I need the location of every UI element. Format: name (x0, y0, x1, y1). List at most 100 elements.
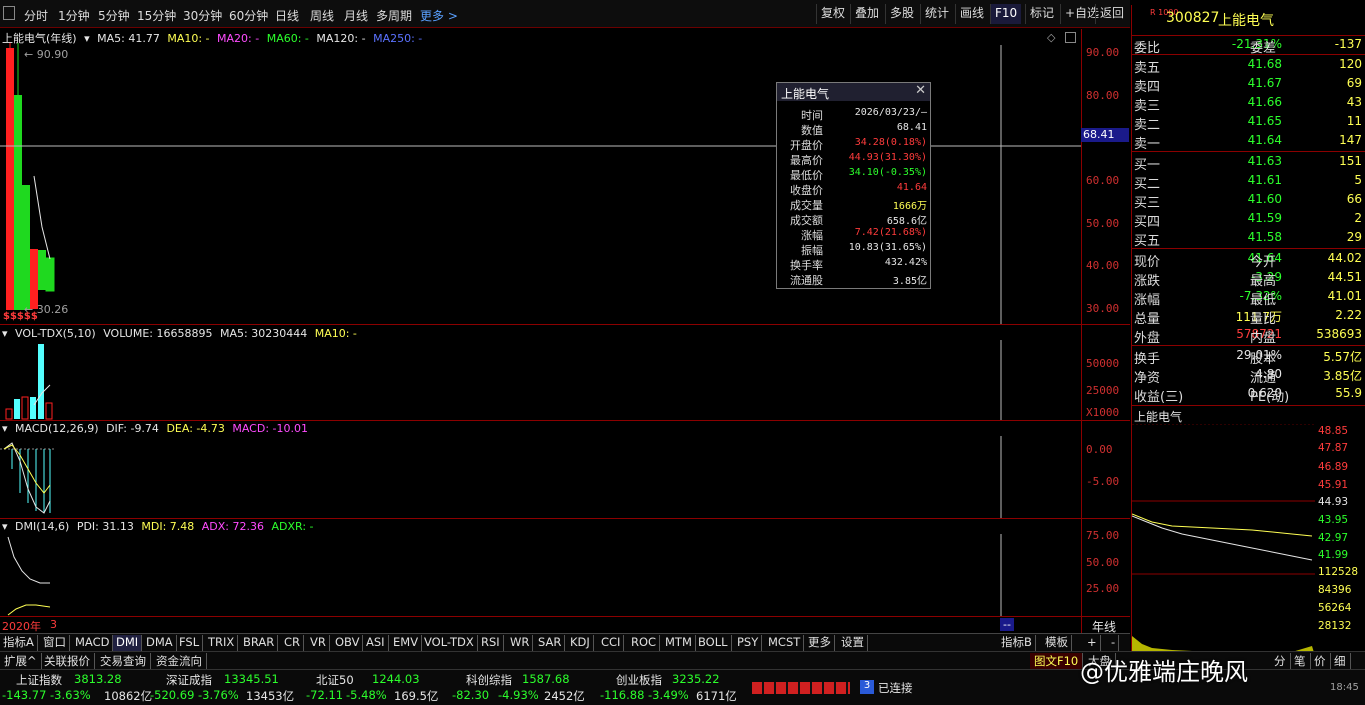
buy-level[interactable]: 买三 41.60 66 (1132, 191, 1365, 211)
period-30min[interactable]: 30分钟 (183, 7, 222, 24)
buy-level[interactable]: 买一 41.63 151 (1132, 153, 1365, 173)
tab-cr[interactable]: CR (281, 635, 305, 651)
tab-trix[interactable]: TRIX (205, 635, 239, 651)
tool-stats[interactable]: 统计 (920, 4, 953, 24)
fund-row: 收益(三) 0.620 PE(动) 55.9 (1134, 386, 1362, 405)
volume-bar (5, 408, 13, 420)
buy-level[interactable]: 买二 41.61 5 (1132, 172, 1365, 192)
stock-name[interactable]: 上能电气 (1218, 10, 1274, 30)
mini-intraday-chart[interactable]: 上能电气 48.85 47.87 46.89 45.91 44.93 43.95… (1132, 405, 1365, 656)
period-month[interactable]: 月线 (344, 7, 368, 24)
tab-asi[interactable]: ASI (363, 635, 389, 651)
period-multi[interactable]: 多周期 (376, 7, 412, 24)
tool-adjust[interactable]: 复权 (816, 4, 849, 24)
tool-overlay[interactable]: 叠加 (850, 4, 883, 24)
tab-wr[interactable]: WR (507, 635, 534, 651)
index-shanghai[interactable]: 上证指数 3813.28 -143.77 -3.63% 10862亿 (0, 670, 170, 705)
period-week[interactable]: 周线 (310, 7, 334, 24)
tab-macd[interactable]: MACD (72, 635, 114, 651)
volume-chart[interactable] (0, 325, 1081, 420)
period-60min[interactable]: 60分钟 (229, 7, 268, 24)
index-chinext[interactable]: 创业板指 3235.22 -116.88 -3.49% 6171亿 (596, 670, 746, 705)
sell-level[interactable]: 卖二 41.65 11 (1132, 113, 1365, 133)
tab-f10-graphic[interactable]: 图文F10 (1030, 653, 1084, 669)
tool-f10[interactable]: F10 (990, 4, 1022, 24)
tab-roc[interactable]: ROC (628, 635, 661, 651)
volume-bar (30, 397, 36, 419)
tab-vr[interactable]: VR (307, 635, 330, 651)
tab-settings[interactable]: 设置 (838, 635, 868, 651)
tab-window[interactable]: 窗口 (40, 635, 70, 651)
tab-vol-tdx[interactable]: VOL-TDX (421, 635, 478, 651)
tab-template[interactable]: 模板 (1042, 635, 1072, 651)
sell-level[interactable]: 卖三 41.66 43 (1132, 94, 1365, 114)
tab-psy[interactable]: PSY (734, 635, 763, 651)
tooltip-row: 最高价 44.93(31.30%) (790, 152, 927, 167)
tab-mcst[interactable]: MCST (765, 635, 805, 651)
tab-kdj[interactable]: KDJ (567, 635, 594, 651)
index-star[interactable]: 科创综指 1587.68 -82.30 -4.93% 2452亿 (446, 670, 596, 705)
price-tick: 40.00 (1086, 259, 1120, 272)
period-tick[interactable]: 分时 (24, 7, 48, 24)
period-more[interactable]: 更多 > (420, 7, 458, 24)
period-1min[interactable]: 1分钟 (58, 7, 90, 24)
buy-level[interactable]: 买五 41.58 29 (1132, 229, 1365, 249)
tab-tick[interactable]: 笔 (1290, 653, 1311, 669)
tab-minute[interactable]: 分 (1270, 653, 1291, 669)
mini-tick: 46.89 (1318, 461, 1349, 473)
macd-chart[interactable] (0, 421, 1081, 518)
index-shenzhen[interactable]: 深证成指 13345.51 -520.69 -3.76% 13453亿 (146, 670, 296, 705)
tool-draw[interactable]: 画线 (955, 4, 988, 24)
tool-multi-stock[interactable]: 多股 (885, 4, 918, 24)
mini-tick: 45.91 (1318, 479, 1349, 491)
tab-fsl[interactable]: FSL (176, 635, 204, 651)
tab-cci[interactable]: CCI (598, 635, 625, 651)
dmi-pdi-line (7, 536, 50, 584)
sell-level[interactable]: 卖一 41.64 147 (1132, 132, 1365, 152)
tab-detail[interactable]: 细 (1330, 653, 1351, 669)
close-icon[interactable]: ✕ (915, 83, 926, 98)
tool-mark[interactable]: 标记 (1025, 4, 1058, 24)
stat-row: 外盘 578721 内盘 538693 (1134, 327, 1362, 346)
connection-count[interactable]: 3 (860, 680, 874, 694)
tab-more[interactable]: 更多 (805, 635, 835, 651)
tooltip-row: 时间 2026/03/23/— (801, 107, 927, 122)
tool-back[interactable]: 返回 (1095, 4, 1128, 24)
tab-emv[interactable]: EMV (390, 635, 423, 651)
buy-level[interactable]: 买四 41.59 2 (1132, 210, 1365, 230)
window-menu-icon[interactable] (3, 6, 15, 20)
tab-rsi[interactable]: RSI (478, 635, 504, 651)
tab-dma[interactable]: DMA (143, 635, 177, 651)
sell-level[interactable]: 卖四 41.67 69 (1132, 75, 1365, 95)
mini-tick: 43.95 (1318, 514, 1349, 526)
tab-trade-query[interactable]: 交易查询 (96, 653, 151, 669)
tooltip-row: 成交量 1666万 (790, 199, 927, 212)
tab-expand[interactable]: 扩展^ (0, 653, 42, 669)
tab-indicator-b[interactable]: 指标B (998, 635, 1036, 651)
tab-obv[interactable]: OBV (332, 635, 364, 651)
tab-dmi[interactable]: DMI (113, 635, 143, 651)
tab-mtm[interactable]: MTM (662, 635, 696, 651)
tab-boll[interactable]: BOLL (695, 635, 732, 651)
tab-indicator-a[interactable]: 指标A (0, 635, 38, 651)
sell-level[interactable]: 卖五 41.68 120 (1132, 56, 1365, 76)
tab-price[interactable]: 价 (1310, 653, 1331, 669)
period-15min[interactable]: 15分钟 (137, 7, 176, 24)
stock-code[interactable]: 300827 (1166, 10, 1219, 26)
tab-related-quotes[interactable]: 关联报价 (40, 653, 95, 669)
period-5min[interactable]: 5分钟 (98, 7, 130, 24)
dmi-chart[interactable] (0, 519, 1081, 616)
event-markers[interactable]: $$$$$ (3, 311, 38, 322)
data-tooltip: 上能电气 ✕ 时间 2026/03/23/— 数值 68.41 开盘价 34.28(0… (776, 82, 931, 289)
tab-sar[interactable]: SAR (535, 635, 566, 651)
volume-tick: 50000 (1086, 357, 1120, 370)
order-ratio-row: 委比 -21.31% 委差 -137 (1132, 35, 1365, 56)
tab-fund-flow[interactable]: 资金流向 (152, 653, 207, 669)
period-day[interactable]: 日线 (275, 7, 299, 24)
remove-pane-button[interactable]: - (1108, 635, 1120, 651)
add-pane-button[interactable]: + (1084, 635, 1101, 651)
tab-brar[interactable]: BRAR (240, 635, 279, 651)
tooltip-header: 上能电气 ✕ (777, 83, 930, 101)
dmi-mdi-line (7, 604, 51, 616)
index-bse50[interactable]: 北证50 1244.03 -72.11 -5.48% 169.5亿 (296, 670, 446, 705)
